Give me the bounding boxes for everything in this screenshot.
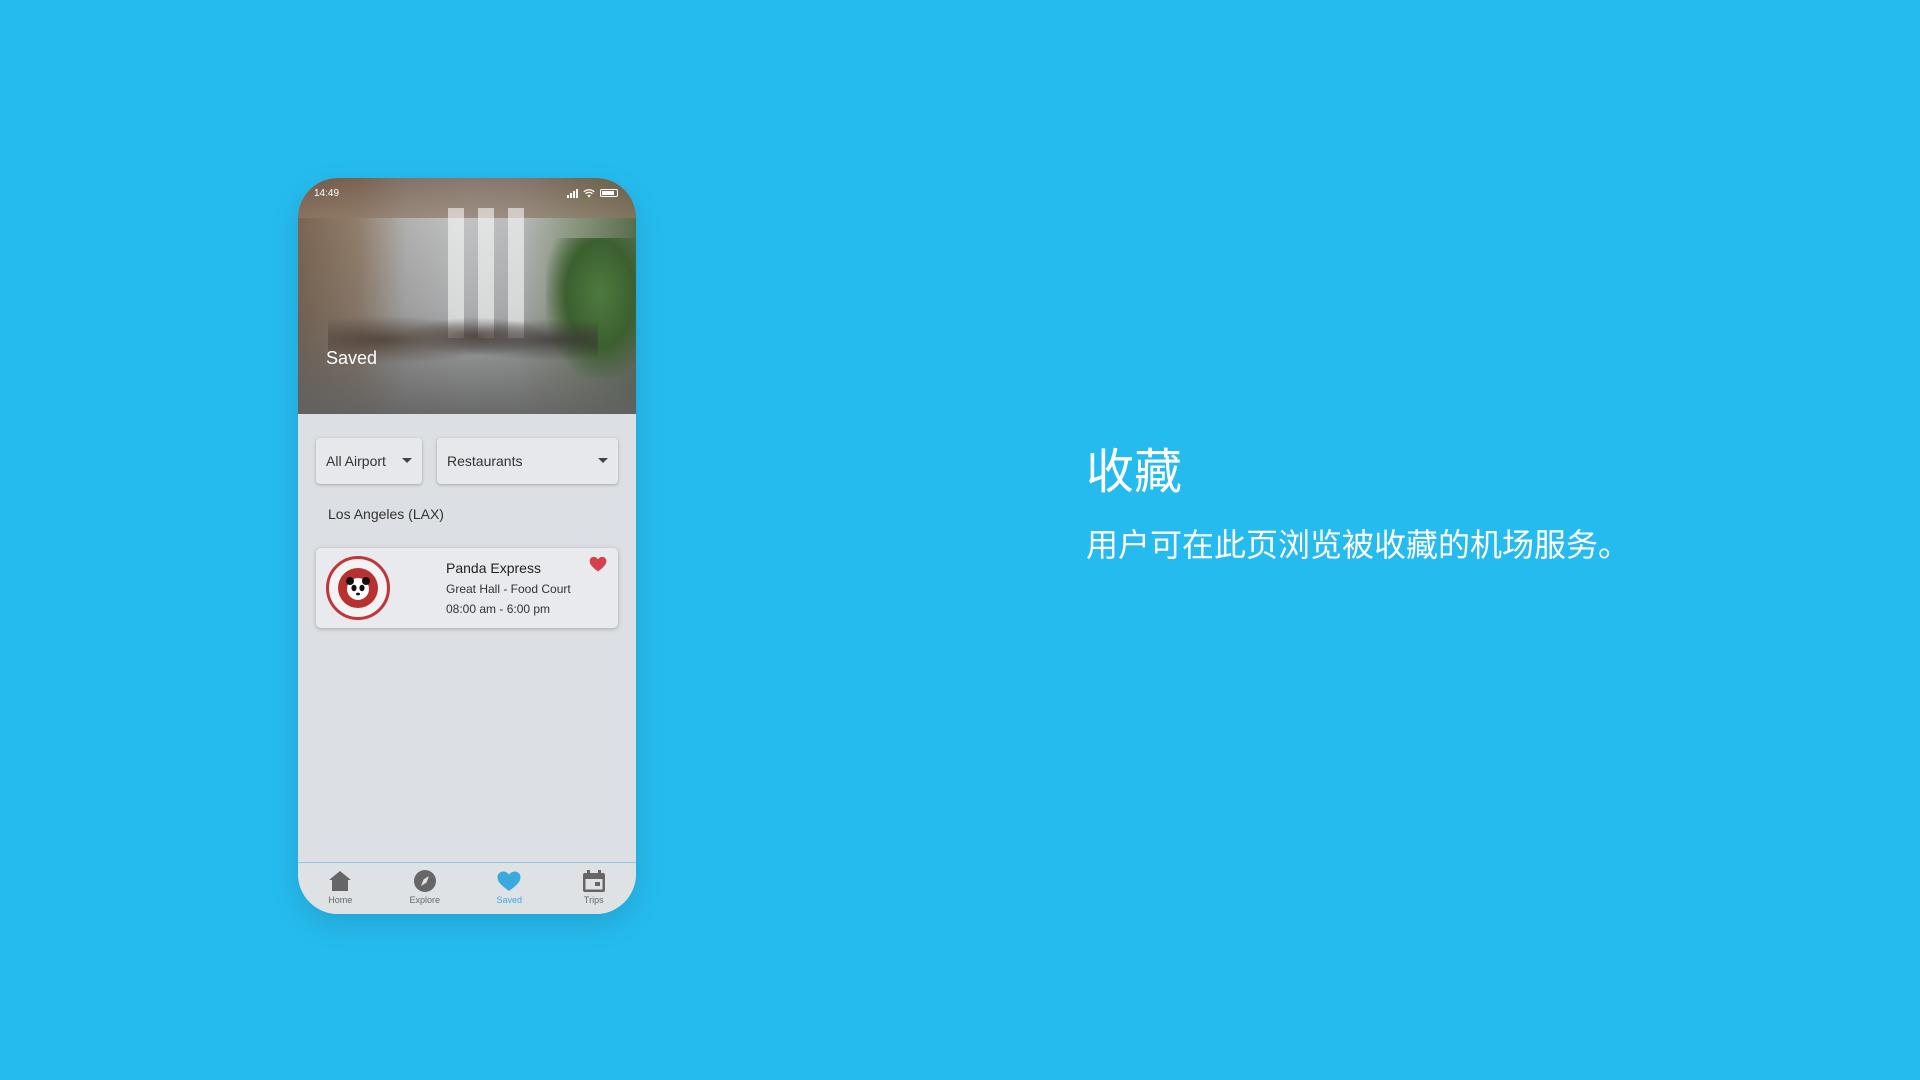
compass-icon xyxy=(413,870,436,892)
panda-logo-emblem xyxy=(338,568,378,608)
status-bar: 14:49 xyxy=(314,186,618,200)
tab-explore[interactable]: Explore xyxy=(383,863,468,914)
page-title: Saved xyxy=(326,348,378,368)
tab-saved[interactable]: Saved xyxy=(467,863,552,914)
bottom-tab-bar: Home Explore Saved Trips xyxy=(298,862,636,914)
saved-item-location: Great Hall - Food Court xyxy=(446,582,571,596)
caption-title: 收藏 xyxy=(1086,444,1183,500)
category-select[interactable]: Restaurants xyxy=(437,438,618,484)
status-icons xyxy=(567,188,618,198)
saved-item-name: Panda Express xyxy=(446,560,541,576)
saved-item-card[interactable]: Panda Express Great Hall - Food Court 08… xyxy=(316,548,618,628)
caret-down-icon xyxy=(402,458,412,463)
saved-item-hours: 08:00 am - 6:00 pm xyxy=(446,602,551,616)
airport-select-value: All Airport xyxy=(326,453,386,469)
caption-description: 用户可在此页浏览被收藏的机场服务。 xyxy=(1086,526,1631,564)
signal-icon xyxy=(567,188,578,198)
airport-select[interactable]: All Airport xyxy=(316,438,422,484)
tab-trips-label: Trips xyxy=(583,895,604,905)
heart-icon xyxy=(497,871,521,891)
panda-express-logo xyxy=(326,556,390,620)
wifi-icon xyxy=(583,188,595,197)
calendar-icon xyxy=(582,870,605,892)
home-icon xyxy=(329,871,352,891)
panda-face-icon xyxy=(346,577,370,600)
hero-banner: 14:49 Saved xyxy=(298,178,636,414)
favorite-heart-icon[interactable] xyxy=(588,554,608,574)
category-select-value: Restaurants xyxy=(447,453,523,469)
tab-explore-label: Explore xyxy=(409,895,440,905)
phone-mockup: 14:49 Saved All Airport Restaurants Los … xyxy=(298,178,636,914)
tab-home-label: Home xyxy=(328,895,353,905)
filter-bar: All Airport Restaurants xyxy=(316,438,618,484)
tab-home[interactable]: Home xyxy=(298,863,383,914)
tab-saved-label: Saved xyxy=(496,895,523,905)
battery-icon xyxy=(600,189,618,197)
tab-trips[interactable]: Trips xyxy=(552,863,637,914)
location-heading: Los Angeles (LAX) xyxy=(328,506,444,522)
status-time: 14:49 xyxy=(314,187,340,199)
caret-down-icon xyxy=(598,458,608,463)
